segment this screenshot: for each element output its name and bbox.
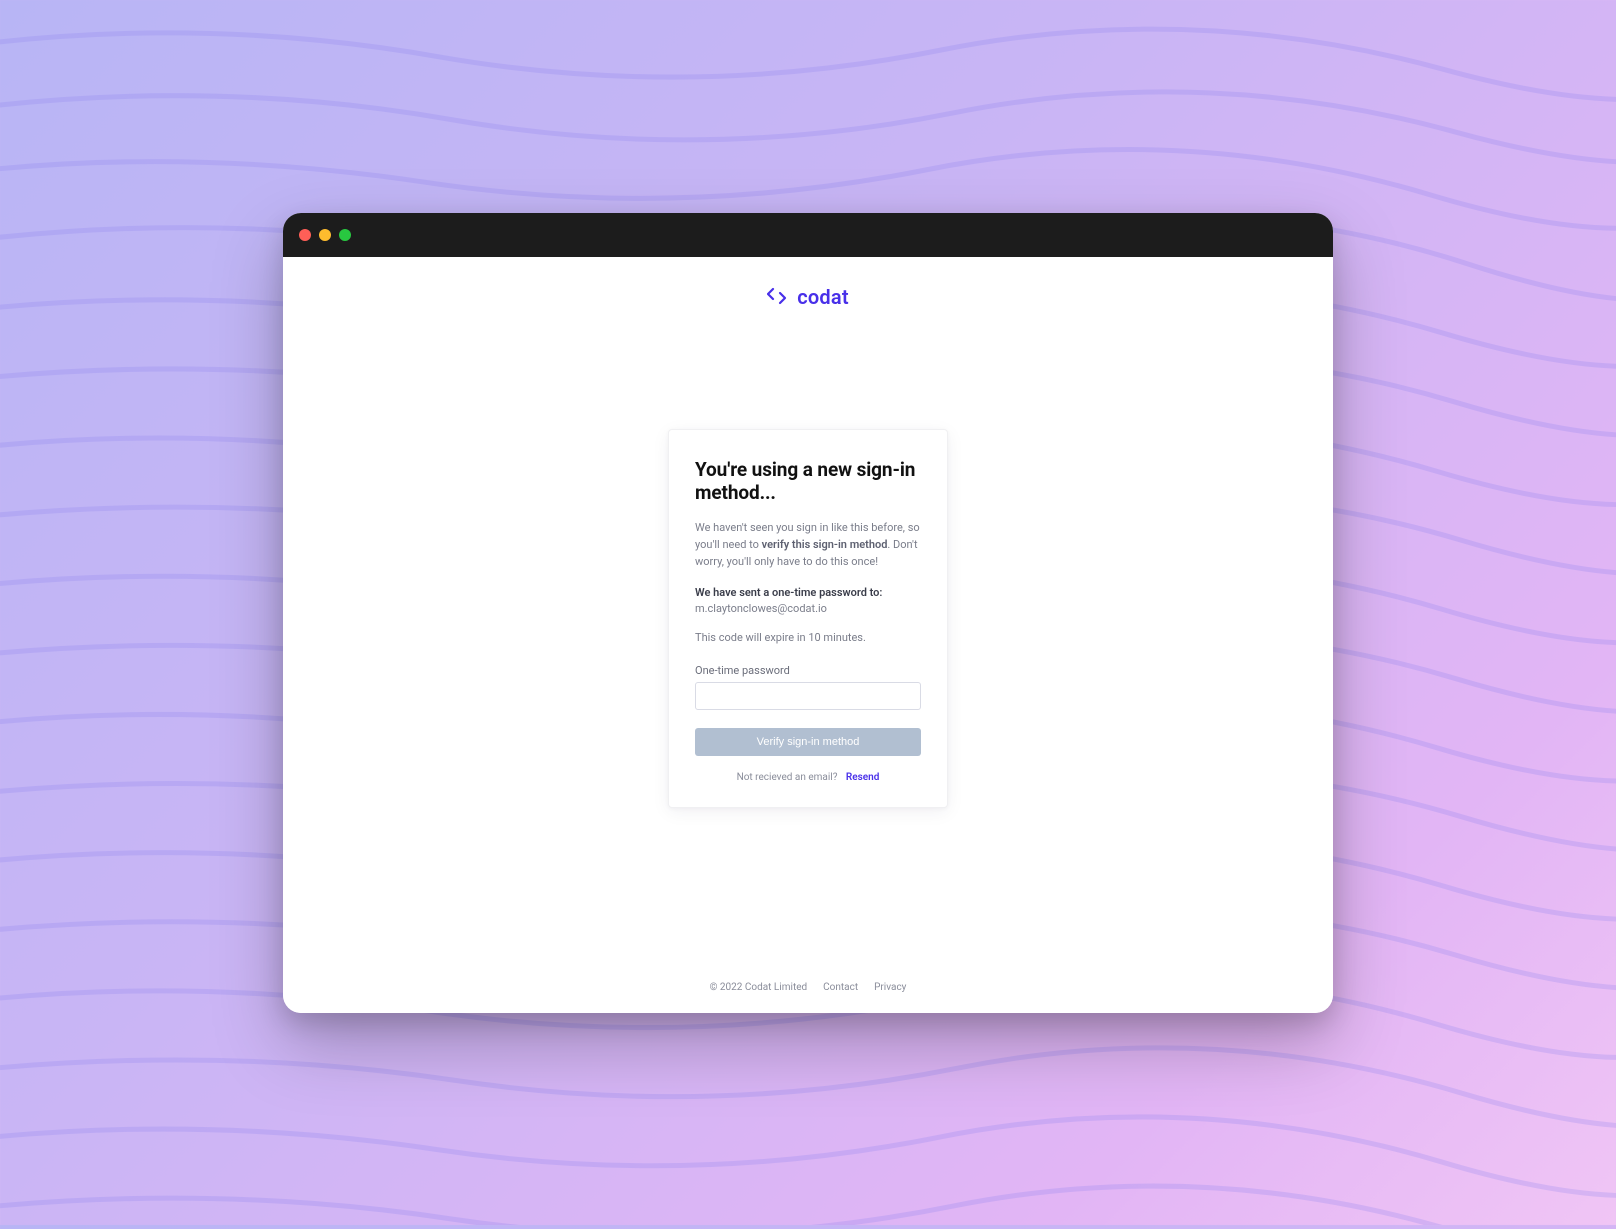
resend-prompt: Not recieved an email? — [737, 772, 838, 783]
brand-name: codat — [797, 285, 848, 309]
verify-card: You're using a new sign-in method... We … — [668, 429, 948, 809]
footer-privacy-link[interactable]: Privacy — [874, 982, 906, 993]
footer-contact-link[interactable]: Contact — [823, 982, 858, 993]
desc-bold: verify this sign-in method — [762, 538, 888, 551]
page-footer: © 2022 Codat Limited Contact Privacy — [710, 862, 907, 993]
sent-to-label: We have sent a one-time password to: — [695, 586, 921, 599]
otp-field-label: One-time password — [695, 664, 921, 677]
window-maximize-button[interactable] — [339, 229, 351, 241]
codat-logomark-icon — [767, 286, 789, 308]
recipient-email: m.claytonclowes@codat.io — [695, 602, 921, 615]
brand-logo: codat — [767, 285, 848, 309]
card-description: We haven't seen you sign in like this be… — [695, 519, 921, 570]
resend-row: Not recieved an email? Resend — [695, 772, 921, 783]
window-close-button[interactable] — [299, 229, 311, 241]
expire-notice: This code will expire in 10 minutes. — [695, 631, 921, 644]
browser-window: codat You're using a new sign-in method.… — [283, 213, 1333, 1013]
otp-input[interactable] — [695, 682, 921, 710]
window-titlebar — [283, 213, 1333, 257]
verify-button[interactable]: Verify sign-in method — [695, 728, 921, 756]
window-minimize-button[interactable] — [319, 229, 331, 241]
card-title: You're using a new sign-in method... — [695, 458, 921, 506]
page-body: codat You're using a new sign-in method.… — [283, 257, 1333, 1013]
footer-copyright: © 2022 Codat Limited — [710, 982, 808, 993]
resend-link[interactable]: Resend — [846, 772, 879, 783]
